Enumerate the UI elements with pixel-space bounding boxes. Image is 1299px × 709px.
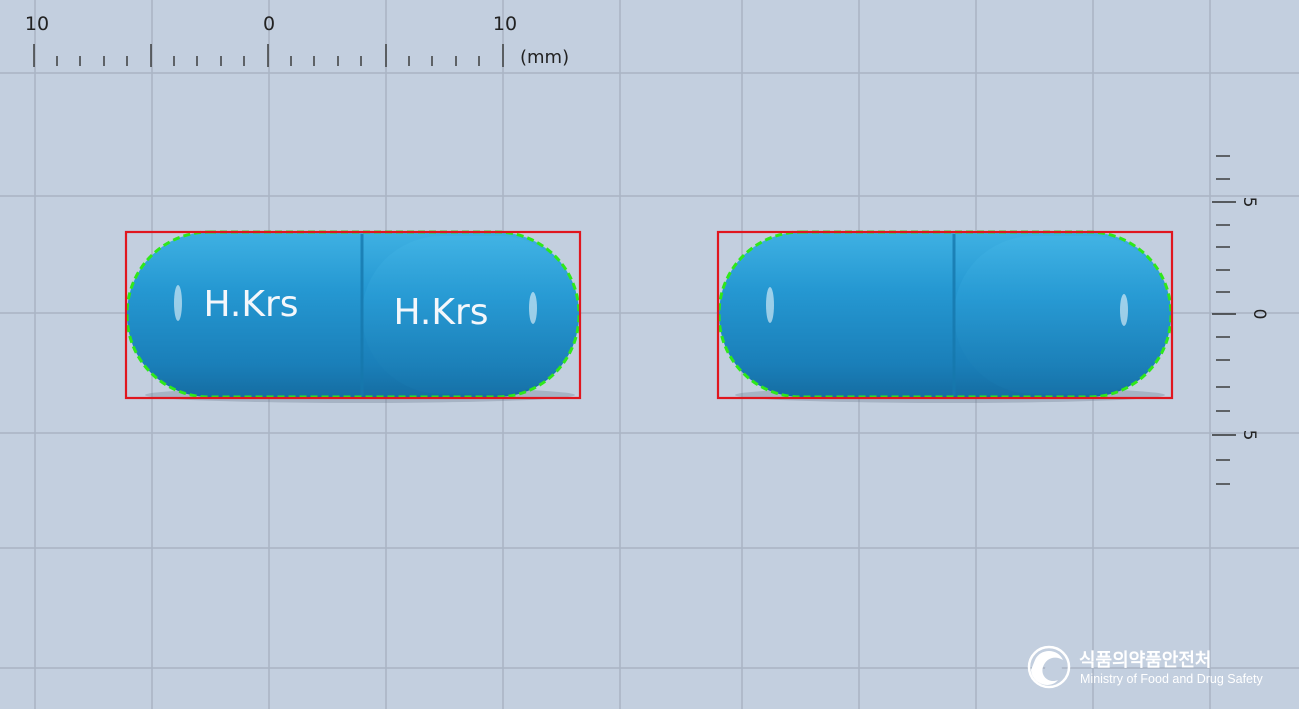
logo-english-text: Ministry of Food and Drug Safety (1080, 672, 1263, 686)
top-ruler-label-left: 10 (25, 13, 49, 35)
logo-korean-text: 식품의약품안전처 (1079, 649, 1211, 671)
top-ruler: 10 0 10 (mm) (25, 13, 569, 68)
mfds-emblem-icon (1027, 645, 1071, 689)
top-ruler-unit: (mm) (520, 47, 569, 68)
side-ruler: 5 0 5 (1212, 155, 1269, 485)
top-ruler-label-center: 0 (263, 13, 275, 35)
capsule-back (716, 230, 1174, 403)
pill-identification-image: 10 0 10 (mm) 5 0 5 H.Krs H.Krs 식품의약품안전처 … (0, 0, 1299, 709)
mfds-logo: 식품의약품안전처 Ministry of Food and Drug Safet… (1027, 645, 1263, 689)
side-ruler-label-bottom: 5 (1239, 430, 1259, 441)
side-ruler-label-top: 5 (1239, 197, 1259, 208)
side-ruler-label-center: 0 (1249, 309, 1269, 320)
capsule-front-imprint-left: H.Krs (203, 284, 298, 325)
top-ruler-label-right: 10 (493, 13, 517, 35)
capsule-front-imprint-right: H.Krs (393, 292, 488, 333)
capsule-front: H.Krs H.Krs (124, 230, 582, 403)
